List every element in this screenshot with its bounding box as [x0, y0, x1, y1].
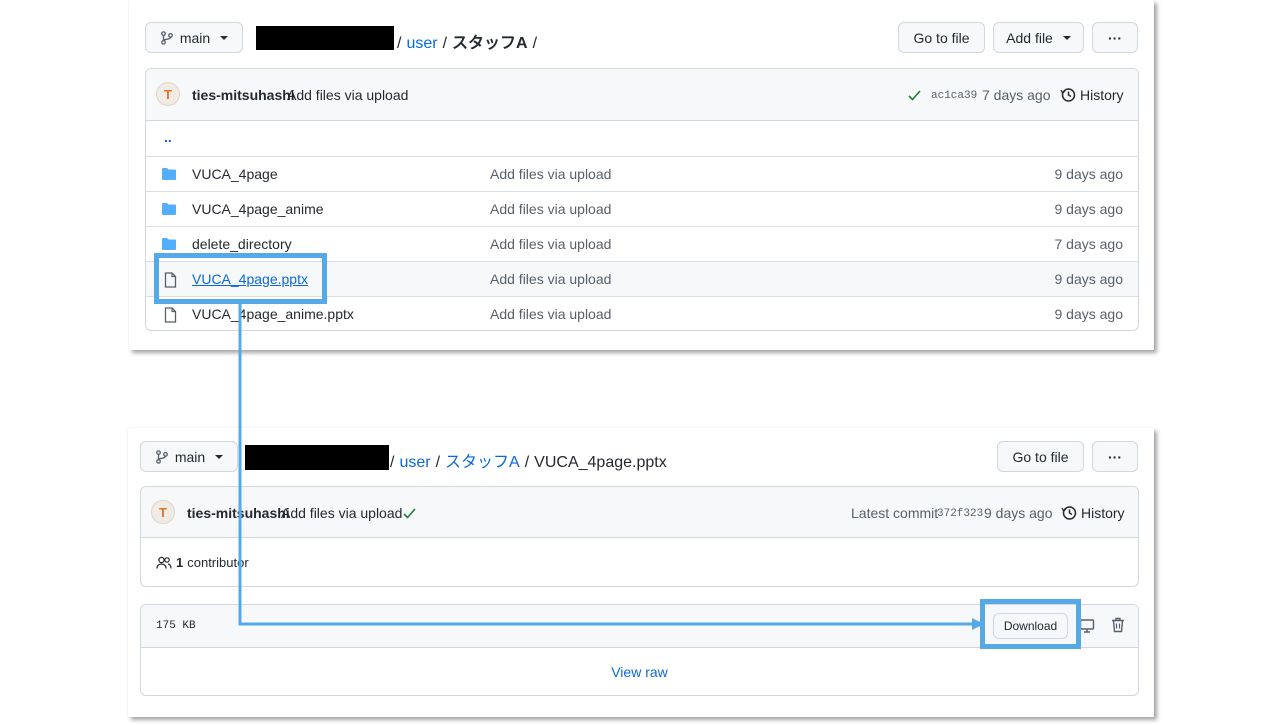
connector-arrow: [238, 304, 984, 630]
